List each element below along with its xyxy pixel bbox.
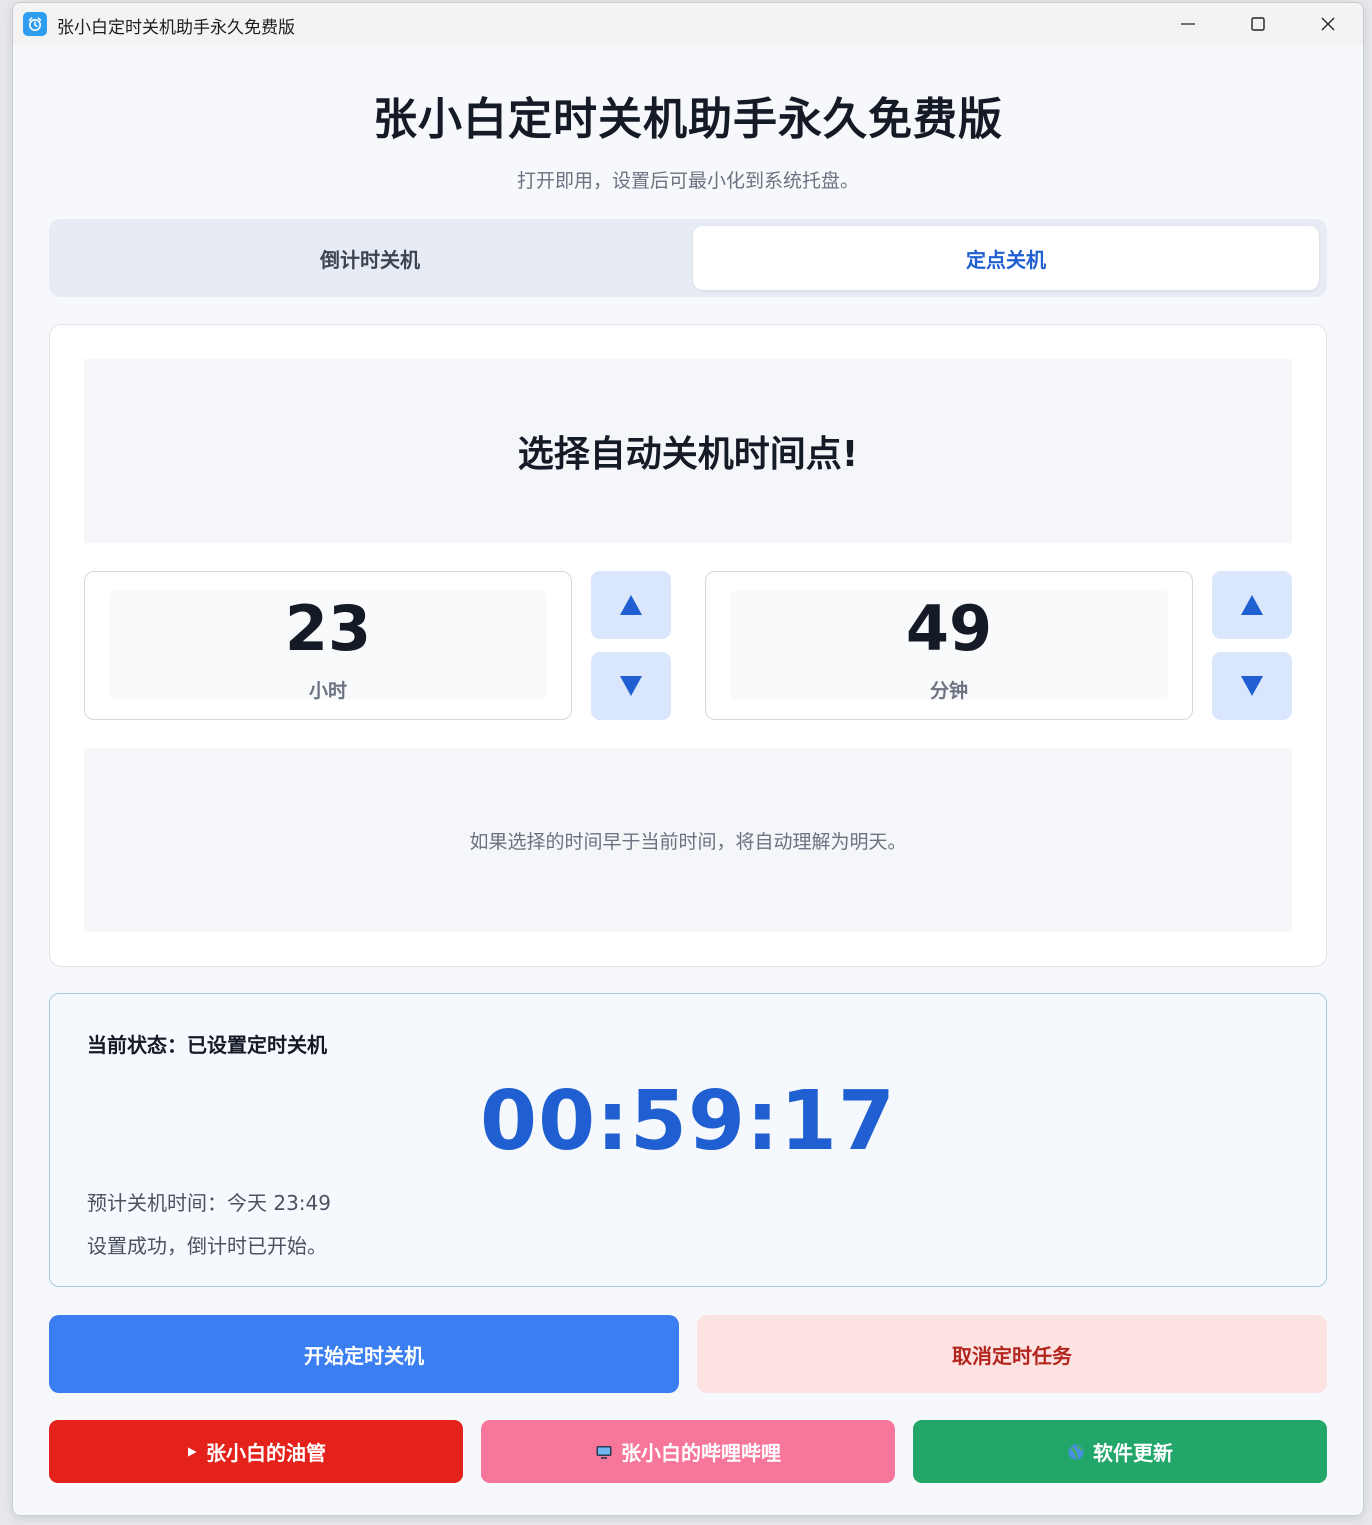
alarm-clock-icon <box>23 12 47 36</box>
minimize-icon <box>1181 23 1195 25</box>
schedule-hint: 如果选择的时间早于当前时间，将自动理解为明天。 <box>84 748 1292 932</box>
status-message: 设置成功，倒计时已开始。 <box>87 1234 327 1258</box>
maximize-icon <box>1251 17 1265 31</box>
minute-down-button[interactable] <box>1212 652 1292 720</box>
bilibili-link-button[interactable]: 张小白的哔哩哔哩 <box>481 1420 895 1483</box>
hour-value: 23 <box>284 592 372 665</box>
maximize-button[interactable] <box>1235 7 1281 41</box>
expected-shutdown-time: 预计关机时间：今天 23:49 <box>87 1191 331 1215</box>
youtube-link-label: 张小白的油管 <box>206 1441 326 1465</box>
start-shutdown-button[interactable]: 开始定时关机 <box>49 1315 679 1393</box>
app-window: 张小白定时关机助手永久免费版 张小白定时关机助手永久免费版 打开即用，设置后可最… <box>12 2 1364 1516</box>
minute-value: 49 <box>905 592 993 665</box>
title-bar[interactable]: 张小白定时关机助手永久免费版 <box>13 3 1363 45</box>
page-title: 张小白定时关机助手永久免费版 <box>373 94 1003 145</box>
play-icon <box>188 1446 197 1457</box>
hour-unit-label: 小时 <box>308 680 347 702</box>
cancel-task-button[interactable]: 取消定时任务 <box>697 1315 1327 1393</box>
page-subtitle: 打开即用，设置后可最小化到系统托盘。 <box>516 170 859 192</box>
minimize-button[interactable] <box>1165 7 1211 41</box>
tv-icon <box>596 1445 612 1459</box>
status-text: 当前状态：已设置定时关机 <box>87 1033 327 1057</box>
software-update-label: 软件更新 <box>1093 1441 1173 1465</box>
youtube-link-button[interactable]: 张小白的油管 <box>49 1420 463 1483</box>
schedule-card: 选择自动关机时间点! 23 小时 49 分钟 如果选择的时间早于当前时间，将自动… <box>49 324 1327 967</box>
hour-display: 23 小时 <box>84 571 572 720</box>
close-icon <box>1321 17 1335 31</box>
minute-unit-label: 分钟 <box>929 680 968 702</box>
software-update-button[interactable]: 软件更新 <box>913 1420 1327 1483</box>
tab-scheduled-shutdown[interactable]: 定点关机 <box>693 226 1319 290</box>
globe-icon <box>1068 1444 1084 1459</box>
mode-tabs: 倒计时关机 定点关机 <box>49 219 1327 297</box>
schedule-banner: 选择自动关机时间点! <box>84 359 1292 543</box>
bilibili-link-label: 张小白的哔哩哔哩 <box>621 1441 781 1465</box>
window-title: 张小白定时关机助手永久免费版 <box>57 18 295 38</box>
minute-display: 49 分钟 <box>705 571 1193 720</box>
arrow-up-icon <box>620 595 642 615</box>
countdown-timer: 00:59:17 <box>480 1074 896 1169</box>
arrow-up-icon <box>1241 595 1263 615</box>
hour-down-button[interactable] <box>591 652 671 720</box>
tab-countdown-shutdown[interactable]: 倒计时关机 <box>57 226 683 290</box>
arrow-down-icon <box>620 676 642 696</box>
minute-up-button[interactable] <box>1212 571 1292 639</box>
status-panel: 当前状态：已设置定时关机 00:59:17 预计关机时间：今天 23:49 设置… <box>49 993 1327 1287</box>
hour-up-button[interactable] <box>591 571 671 639</box>
close-button[interactable] <box>1305 7 1351 41</box>
arrow-down-icon <box>1241 676 1263 696</box>
